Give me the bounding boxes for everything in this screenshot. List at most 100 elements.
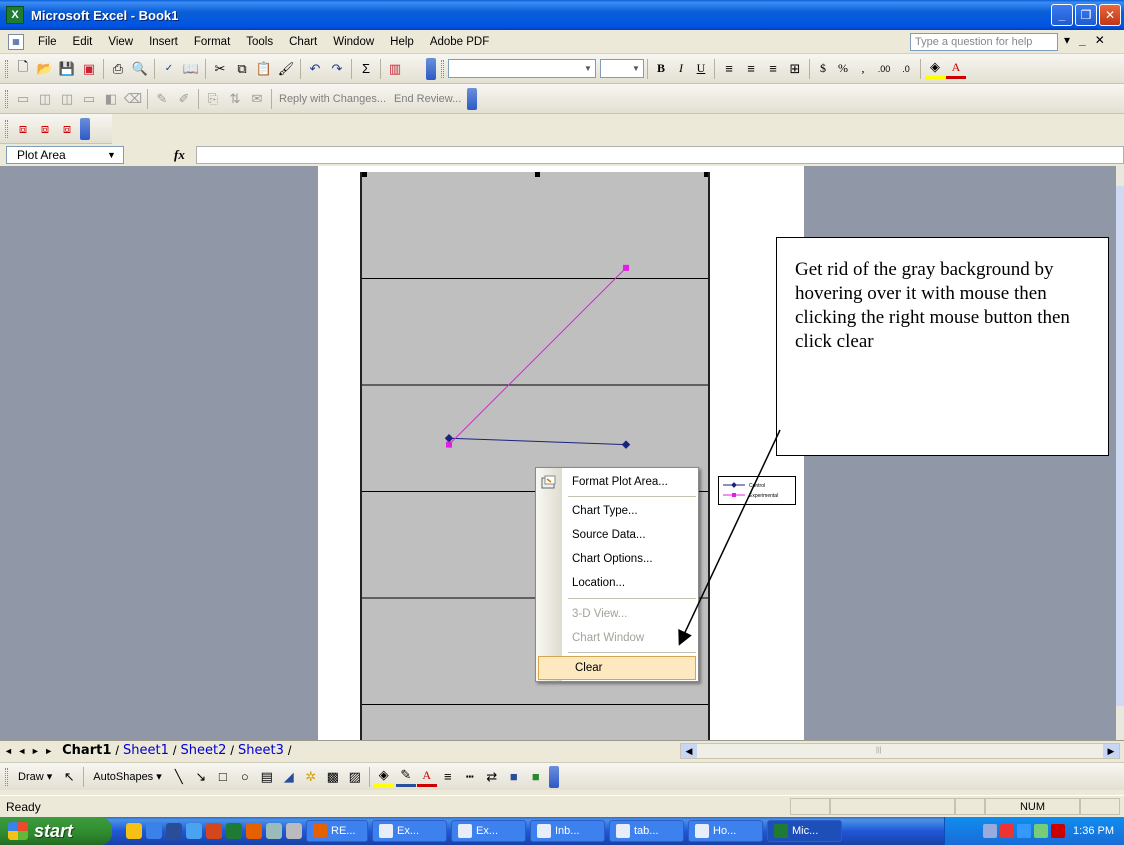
- vertical-scrollbar[interactable]: [1116, 166, 1124, 740]
- font-color-icon[interactable]: A: [946, 59, 966, 79]
- format-painter-icon[interactable]: 🖌: [276, 59, 296, 79]
- tray-app-icon[interactable]: [983, 824, 998, 838]
- menu-edit[interactable]: Edit: [65, 36, 101, 48]
- toolbar-grip[interactable]: [5, 119, 8, 138]
- font-color-icon[interactable]: A: [416, 767, 437, 787]
- select-objects-icon[interactable]: ↖: [59, 767, 79, 787]
- delete-comment-icon[interactable]: ⌫: [123, 89, 143, 109]
- diagram-icon[interactable]: ✲: [301, 767, 321, 787]
- dash-style-icon[interactable]: ┅: [460, 767, 480, 787]
- menu-adobe-pdf[interactable]: Adobe PDF: [422, 36, 497, 48]
- shadow-style-icon[interactable]: ■: [504, 767, 524, 787]
- research-icon[interactable]: 📖: [181, 59, 201, 79]
- merge-center-icon[interactable]: ⊞: [785, 59, 805, 79]
- menu-window[interactable]: Window: [325, 36, 382, 48]
- doc-close-icon[interactable]: ✕: [1095, 33, 1105, 47]
- currency-icon[interactable]: $: [813, 59, 833, 79]
- taskbar-button[interactable]: Ho...: [688, 820, 763, 842]
- update-file-icon[interactable]: ⇅: [225, 89, 245, 109]
- decrease-decimal-icon[interactable]: .0: [896, 59, 916, 79]
- doc-minimize-icon[interactable]: ▾: [1064, 33, 1070, 47]
- line-style-icon[interactable]: ≡: [438, 767, 458, 787]
- powerpoint-icon[interactable]: [206, 823, 222, 839]
- ie-icon[interactable]: [186, 823, 202, 839]
- reply-with-changes-button[interactable]: Reply with Changes...: [275, 93, 390, 105]
- toolbar-grip[interactable]: [5, 89, 8, 108]
- show-comment-icon[interactable]: ▭: [79, 89, 99, 109]
- quicklaunch-app-icon[interactable]: [286, 823, 302, 839]
- comma-icon[interactable]: ,: [853, 59, 873, 79]
- line-icon[interactable]: ╲: [169, 767, 189, 787]
- taskbar-button[interactable]: tab...: [609, 820, 684, 842]
- rectangle-icon[interactable]: □: [213, 767, 233, 787]
- line-color-icon[interactable]: ✎: [395, 767, 416, 787]
- start-button[interactable]: start: [0, 817, 112, 845]
- align-center-icon[interactable]: ≡: [741, 59, 761, 79]
- italic-icon[interactable]: I: [671, 59, 691, 79]
- next-comment-icon[interactable]: ◫: [57, 89, 77, 109]
- send-recipient-icon[interactable]: ✉: [247, 89, 267, 109]
- open-icon[interactable]: 📂: [35, 59, 55, 79]
- taskbar-button[interactable]: Ex...: [372, 820, 447, 842]
- previous-comment-icon[interactable]: ◫: [35, 89, 55, 109]
- menu-file[interactable]: File: [30, 36, 65, 48]
- toolbar-options-chevron[interactable]: [80, 117, 90, 140]
- picture-icon[interactable]: ▨: [345, 767, 365, 787]
- menu-item-chart-window[interactable]: Chart Window: [536, 626, 698, 650]
- menu-item-3d-view[interactable]: 3-D View...: [536, 602, 698, 626]
- wordart-icon[interactable]: ◢: [279, 767, 299, 787]
- toolbar-grip[interactable]: [441, 59, 444, 78]
- menu-item-location[interactable]: Location...: [536, 571, 698, 595]
- align-right-icon[interactable]: ≡: [763, 59, 783, 79]
- toolbar-options-chevron[interactable]: [426, 57, 436, 80]
- data-point-control[interactable]: [621, 440, 631, 449]
- undo-icon[interactable]: ↶: [305, 59, 325, 79]
- toolbar-grip[interactable]: [5, 767, 8, 786]
- menu-insert[interactable]: Insert: [141, 36, 186, 48]
- tray-audio-icon[interactable]: [1000, 824, 1015, 838]
- doc-restore-icon[interactable]: _: [1079, 33, 1086, 47]
- selection-handle[interactable]: [535, 172, 540, 177]
- tray-media-icon[interactable]: [1017, 824, 1032, 838]
- tray-antivirus-icon[interactable]: [1051, 824, 1066, 838]
- series-line-control[interactable]: [448, 437, 627, 446]
- quicklaunch-app-icon[interactable]: [126, 823, 142, 839]
- chart-legend[interactable]: Control Experimental: [718, 476, 796, 505]
- excel-icon[interactable]: [226, 823, 242, 839]
- menu-tools[interactable]: Tools: [238, 36, 281, 48]
- align-left-icon[interactable]: ≡: [719, 59, 739, 79]
- font-name-dropdown[interactable]: ▼: [448, 59, 596, 78]
- clipart-icon[interactable]: ▩: [323, 767, 343, 787]
- percent-icon[interactable]: %: [833, 59, 853, 79]
- convert-pdf-icon[interactable]: ⧈: [13, 119, 33, 139]
- formula-input[interactable]: [196, 146, 1124, 164]
- tab-scroll-buttons[interactable]: ◄ ◄ ► ►: [0, 746, 58, 756]
- convert-pdf-email-icon[interactable]: ⧈: [35, 119, 55, 139]
- track-changes-icon[interactable]: ⎘: [203, 89, 223, 109]
- toolbar-grip[interactable]: [5, 59, 8, 78]
- print-icon[interactable]: ⎙: [108, 59, 128, 79]
- textbox-icon[interactable]: ▤: [257, 767, 277, 787]
- workbook-icon[interactable]: ▦: [8, 33, 24, 50]
- taskbar-button-active[interactable]: Mic...: [767, 820, 842, 842]
- data-point-experimental[interactable]: [446, 441, 452, 448]
- underline-icon[interactable]: U: [691, 59, 711, 79]
- menu-item-clear[interactable]: Clear: [538, 656, 696, 680]
- scroll-right-icon[interactable]: ▶: [1103, 744, 1119, 758]
- quicklaunch-app-icon[interactable]: [146, 823, 162, 839]
- tab-sheet3[interactable]: Sheet3: [234, 743, 288, 758]
- 3d-style-icon[interactable]: ■: [526, 767, 546, 787]
- delete-ink-icon[interactable]: ✐: [174, 89, 194, 109]
- show-all-comments-icon[interactable]: ◧: [101, 89, 121, 109]
- selection-handle[interactable]: [704, 172, 708, 177]
- taskbar-button[interactable]: RE...: [306, 820, 368, 842]
- taskbar-button[interactable]: Inb...: [530, 820, 605, 842]
- help-search-input[interactable]: Type a question for help: [910, 33, 1058, 51]
- redo-icon[interactable]: ↷: [327, 59, 347, 79]
- arrow-icon[interactable]: ↘: [191, 767, 211, 787]
- menu-item-source-data[interactable]: Source Data...: [536, 523, 698, 547]
- menu-format[interactable]: Format: [186, 36, 238, 48]
- arrow-style-icon[interactable]: ⇄: [482, 767, 502, 787]
- word-icon[interactable]: [166, 823, 182, 839]
- menu-item-chart-type[interactable]: Chart Type...: [536, 499, 698, 523]
